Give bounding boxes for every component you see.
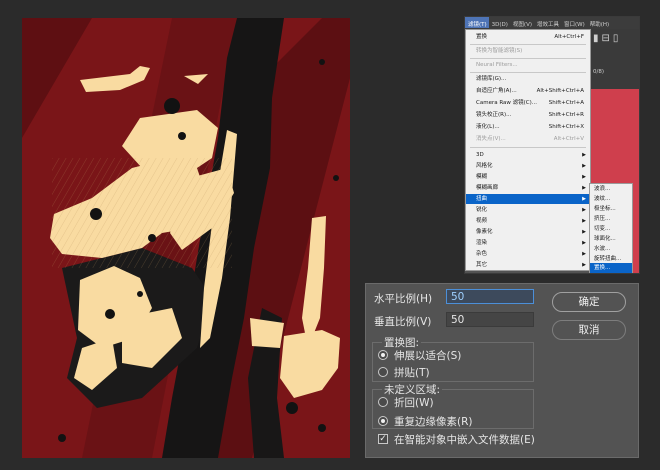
menu-category-pixelate[interactable]: 像素化 ▶	[466, 227, 590, 237]
panel-icons: ▮⊟▯	[593, 33, 622, 44]
menu-item-convert-smart[interactable]: 转换为智能滤镜(S)	[466, 46, 590, 56]
menu-item-label: 视频	[476, 218, 488, 224]
menu-item-shortcut: Shift+Ctrl+R	[548, 112, 584, 118]
menu-item-lens-correction[interactable]: 镜头校正(R)... Shift+Ctrl+R	[466, 110, 590, 120]
menu-filter[interactable]: 滤镜(T)	[465, 17, 489, 28]
horizontal-scale-input[interactable]	[446, 289, 534, 304]
submenu-item-zigzag[interactable]: 水波...	[590, 244, 632, 254]
menu-item-gallery[interactable]: 滤镜库(G)...	[466, 74, 590, 84]
menu-separator	[470, 72, 586, 73]
menu-category-blur[interactable]: 模糊 ▶	[466, 172, 590, 182]
menu-item-label: 自适应广角(A)...	[476, 88, 517, 94]
menu-item-label: 风格化	[476, 163, 493, 169]
menu-category-video[interactable]: 视频 ▶	[466, 216, 590, 226]
embed-label: 在智能对象中嵌入文件数据(E)	[394, 434, 535, 446]
ok-button[interactable]: 确定	[552, 292, 626, 312]
menu-category-sharpen[interactable]: 锐化 ▶	[466, 205, 590, 215]
chevron-right-icon: ▶	[582, 163, 586, 169]
menu-item-label: 模糊画廊	[476, 185, 499, 191]
chevron-right-icon: ▶	[582, 262, 586, 268]
menu-category-render[interactable]: 渲染 ▶	[466, 238, 590, 248]
menu-item-label: 像素化	[476, 229, 493, 235]
menu-item-label: 模糊	[476, 174, 488, 180]
menu-help[interactable]: 帮助(H)	[587, 17, 611, 28]
stretch-label: 伸展以适合(S)	[394, 350, 462, 362]
menu-item-label: Neural Filters...	[476, 62, 518, 68]
menu-item-neural[interactable]: Neural Filters...	[466, 60, 590, 70]
chevron-right-icon: ▶	[582, 251, 586, 257]
canvas-artwork	[22, 18, 350, 458]
menu-category-other[interactable]: 其它 ▶	[466, 260, 590, 270]
menu-item-label: 渲染	[476, 240, 488, 246]
horizontal-scale-label: 水平比例(H)	[374, 293, 433, 305]
menu-view[interactable]: 视图(V)	[510, 17, 534, 28]
submenu-item-shear[interactable]: 切变...	[590, 224, 632, 234]
menu-item-label: 3D	[476, 152, 484, 158]
menu-item-label: 置换	[476, 34, 488, 40]
menu-item-shortcut: Shift+Ctrl+X	[548, 124, 584, 130]
menu-item-adaptive-wide[interactable]: 自适应广角(A)... Alt+Shift+Ctrl+A	[466, 86, 590, 96]
menu-item-label: 转换为智能滤镜(S)	[476, 48, 523, 54]
cancel-button[interactable]: 取消	[552, 320, 626, 340]
menu-item-label: 扭曲	[476, 196, 488, 202]
chevron-right-icon: ▶	[582, 185, 586, 191]
chevron-right-icon: ▶	[582, 218, 586, 224]
submenu-item-polar[interactable]: 极坐标...	[590, 204, 632, 214]
chevron-right-icon: ▶	[582, 229, 586, 235]
filter-menu-screenshot: ▮⊟▯ 0/8) 滤镜(T) 3D(D) 视图(V) 增效工具 窗口(W) 帮助(H) 置…	[464, 16, 640, 274]
displace-dialog: 水平比例(H) 垂直比例(V) 确定 取消 置换图: 伸展以适合(S) 拼贴(T…	[365, 283, 639, 458]
menu-item-label: 锐化	[476, 207, 488, 213]
menu-item-shortcut: Alt+Shift+Ctrl+A	[536, 88, 584, 94]
stretch-radio[interactable]	[378, 350, 388, 360]
doc-tab: 0/8)	[593, 69, 604, 75]
chevron-right-icon: ▶	[582, 240, 586, 246]
menu-window[interactable]: 窗口(W)	[561, 17, 587, 28]
menu-item-label: 杂色	[476, 251, 488, 257]
chevron-right-icon: ▶	[582, 152, 586, 158]
submenu-item-pinch[interactable]: 挤压...	[590, 214, 632, 224]
chevron-right-icon: ▶	[582, 207, 586, 213]
submenu-item-spherize[interactable]: 球面化...	[590, 234, 632, 244]
menu-item-label: 镜头校正(R)...	[476, 112, 512, 118]
menu-category-blur-gallery[interactable]: 模糊画廊 ▶	[466, 183, 590, 193]
tile-label: 拼贴(T)	[394, 367, 430, 379]
menu-item-label: Camera Raw 滤镜(C)...	[476, 100, 538, 106]
menu-category-3d[interactable]: 3D ▶	[466, 150, 590, 160]
embed-checkbox[interactable]: ✓	[378, 434, 388, 444]
menu-item-last-filter[interactable]: 置换 Alt+Ctrl+F	[466, 32, 590, 42]
chevron-right-icon: ▶	[582, 196, 586, 202]
vertical-scale-input[interactable]	[446, 312, 534, 327]
menu-item-vanishing-point[interactable]: 消失点(V)... Alt+Ctrl+V	[466, 134, 590, 144]
menu-category-noise[interactable]: 杂色 ▶	[466, 249, 590, 259]
repeat-edge-label: 重复边缘像素(R)	[394, 416, 473, 428]
menu-item-liquify[interactable]: 液化(L)... Shift+Ctrl+X	[466, 122, 590, 132]
menubar: 滤镜(T) 3D(D) 视图(V) 增效工具 窗口(W) 帮助(H)	[465, 17, 639, 29]
menu-plugins[interactable]: 增效工具	[534, 17, 561, 28]
menu-separator	[470, 58, 586, 59]
distort-submenu: 波浪... 波纹... 极坐标... 挤压... 切变... 球面化... 水波…	[589, 183, 633, 273]
menu-separator	[470, 147, 586, 148]
menu-item-label: 其它	[476, 262, 488, 268]
menu-item-label: 滤镜库(G)...	[476, 76, 507, 82]
menu-separator	[470, 44, 586, 45]
menu-item-label: 消失点(V)...	[476, 136, 506, 142]
filter-dropdown: 置换 Alt+Ctrl+F 转换为智能滤镜(S) Neural Filters.…	[465, 29, 591, 271]
tile-radio[interactable]	[378, 367, 388, 377]
menu-item-shortcut: Alt+Ctrl+V	[553, 136, 584, 142]
wrap-label: 折回(W)	[394, 397, 434, 409]
submenu-item-displace[interactable]: 置换...	[590, 263, 632, 273]
menu-item-shortcut: Shift+Ctrl+A	[548, 100, 584, 106]
menu-category-distort[interactable]: 扭曲 ▶	[466, 194, 590, 204]
vertical-scale-label: 垂直比例(V)	[374, 316, 432, 328]
wrap-radio[interactable]	[378, 397, 388, 407]
menu-item-shortcut: Alt+Ctrl+F	[554, 34, 584, 40]
submenu-item-wave[interactable]: 波浪...	[590, 184, 632, 194]
repeat-edge-radio[interactable]	[378, 416, 388, 426]
menu-item-camera-raw[interactable]: Camera Raw 滤镜(C)... Shift+Ctrl+A	[466, 98, 590, 108]
menu-category-stylize[interactable]: 风格化 ▶	[466, 161, 590, 171]
menu-3d[interactable]: 3D(D)	[489, 19, 510, 28]
submenu-item-ripple[interactable]: 波纹...	[590, 194, 632, 204]
chevron-right-icon: ▶	[582, 174, 586, 180]
menu-item-label: 液化(L)...	[476, 124, 500, 130]
